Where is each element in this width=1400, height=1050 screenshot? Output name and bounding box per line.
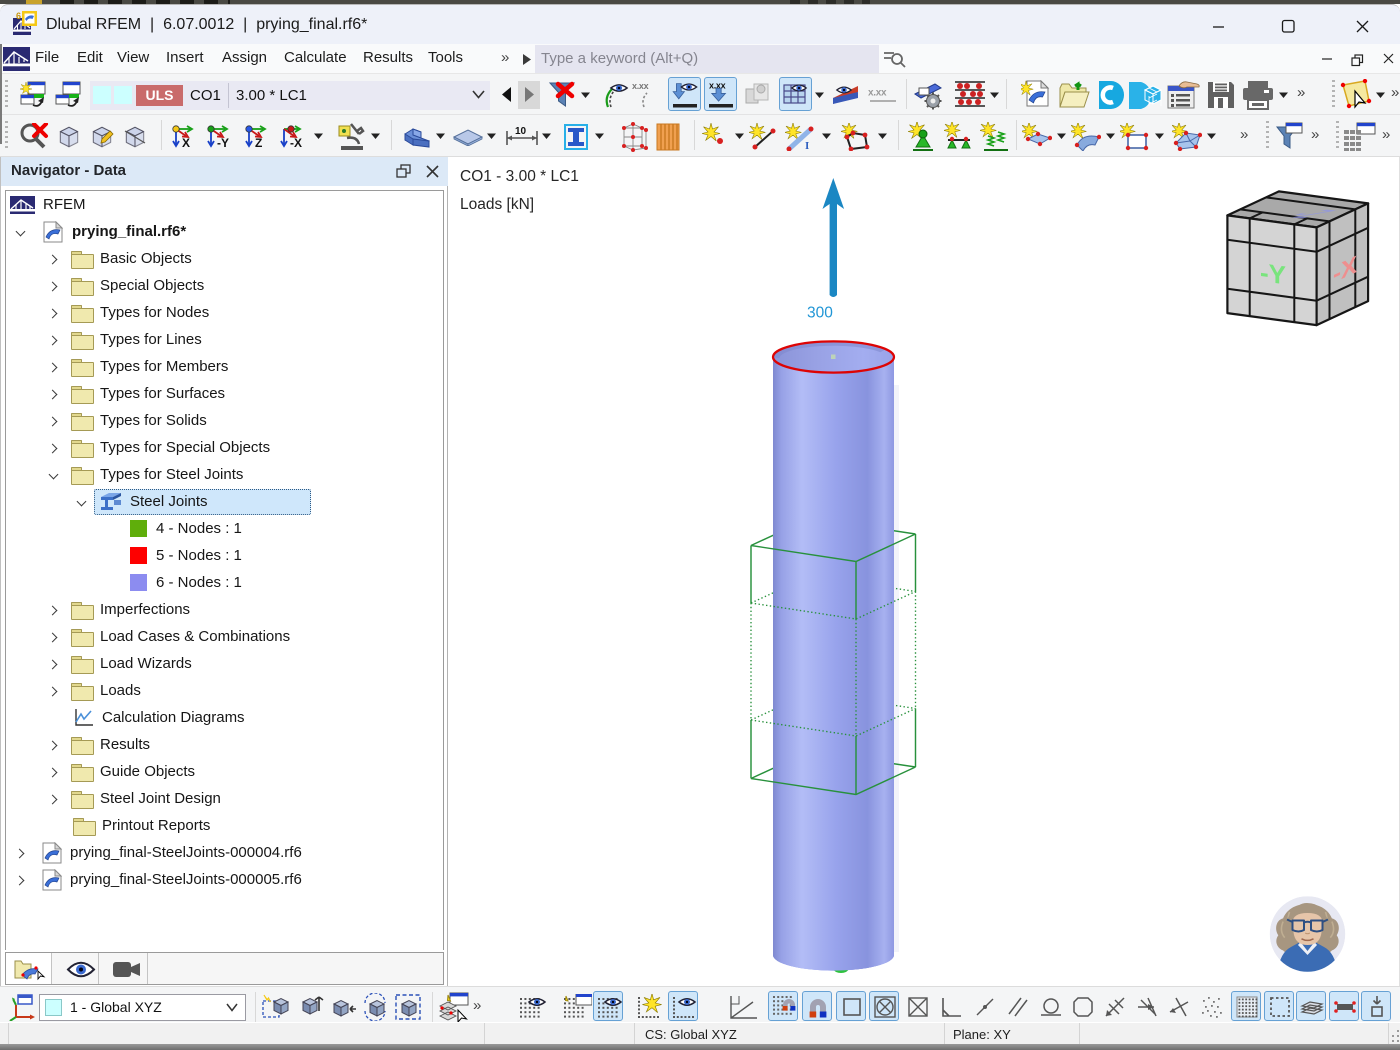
svg-text:x.xx: x.xx [868, 88, 887, 99]
svg-text:I: I [805, 140, 809, 151]
svg-text:6: 6 [16, 11, 21, 21]
svg-text:10: 10 [515, 126, 527, 137]
svg-text:-X: -X [290, 136, 302, 150]
svg-text:-Y: -Y [217, 136, 229, 150]
svg-text:X: X [182, 136, 190, 150]
svg-text:300: 300 [807, 305, 833, 322]
svg-text:-Y: -Y [1260, 257, 1286, 290]
svg-text:Z: Z [255, 136, 262, 150]
svg-text:x.xx: x.xx [632, 81, 649, 91]
